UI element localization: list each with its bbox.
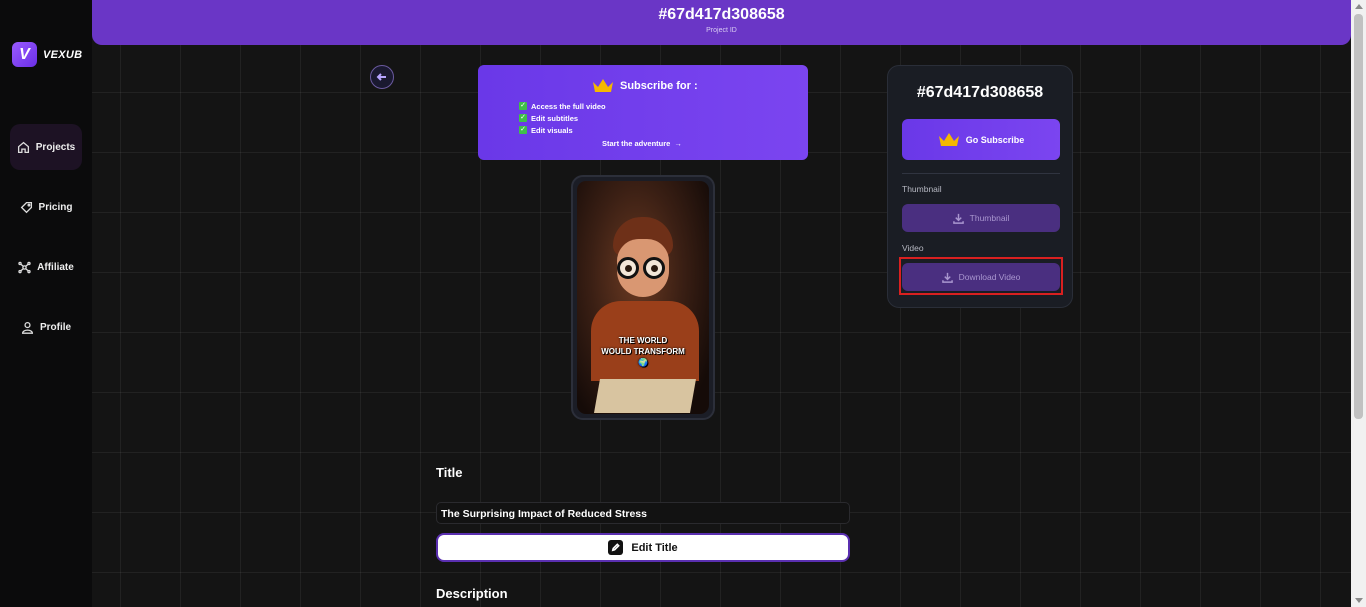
project-id: #67d417d308658: [658, 6, 785, 23]
subscribe-heading: Subscribe for :: [592, 78, 698, 93]
illustration-glasses-right: [643, 257, 665, 279]
title-heading: Title: [436, 465, 463, 480]
brand[interactable]: V VEXUB: [12, 42, 82, 67]
globe-emoji: 🌍: [638, 358, 648, 367]
illustration-book: [594, 379, 696, 413]
network-icon: [18, 261, 31, 273]
thumbnail-download-button[interactable]: Thumbnail: [902, 204, 1060, 232]
back-button[interactable]: [370, 65, 394, 89]
tag-icon: [20, 201, 32, 213]
sidebar-item-pricing[interactable]: Pricing: [10, 184, 82, 230]
check-icon: ✓: [519, 102, 527, 110]
sidebar-item-profile[interactable]: Profile: [10, 304, 82, 350]
start-adventure-link[interactable]: Start the adventure →: [602, 139, 682, 148]
sidebar-item-label: Pricing: [38, 201, 73, 213]
benefit-text: Edit subtitles: [531, 113, 579, 123]
subscribe-heading-text: Subscribe for :: [620, 79, 698, 92]
arrow-right-icon: →: [674, 139, 682, 148]
go-subscribe-label: Go Subscribe: [965, 134, 1025, 145]
project-id-label: Project ID: [706, 27, 737, 34]
caption-line: WOULD TRANSFORM: [601, 347, 685, 356]
selection-highlight: [899, 257, 1063, 295]
list-item: ✓ Edit visuals: [519, 124, 606, 136]
home-icon: [17, 141, 29, 153]
sidebar-item-label: Affiliate: [37, 261, 74, 273]
download-icon: [952, 213, 964, 224]
sidebar-item-label: Profile: [39, 321, 72, 333]
list-item: ✓ Edit subtitles: [519, 112, 606, 124]
brand-logo: V: [12, 42, 37, 67]
video-section-label: Video: [902, 243, 924, 253]
divider: [902, 173, 1060, 174]
video-preview[interactable]: THE WORLD WOULD TRANSFORM 🌍: [571, 175, 715, 420]
export-panel: #67d417d308658 Go Subscribe Thumbnail Th…: [887, 65, 1073, 308]
thumbnail-button-label: Thumbnail: [969, 213, 1010, 223]
subscribe-banner[interactable]: Subscribe for : ✓ Access the full video …: [478, 65, 808, 160]
benefit-text: Access the full video: [531, 101, 606, 111]
sidebar: V VEXUB Projects Pricing Affiliate Profi…: [0, 0, 92, 607]
title-field[interactable]: The Surprising Impact of Reduced Stress: [436, 502, 850, 524]
crown-icon: [593, 79, 613, 92]
panel-project-id: #67d417d308658: [916, 84, 1044, 101]
sidebar-item-projects[interactable]: Projects: [10, 124, 82, 170]
list-item: ✓ Access the full video: [519, 100, 606, 112]
video-thumbnail: THE WORLD WOULD TRANSFORM 🌍: [577, 181, 709, 414]
check-icon: ✓: [519, 114, 527, 122]
caption-line: THE WORLD: [618, 336, 668, 345]
benefit-list: ✓ Access the full video ✓ Edit subtitles…: [519, 100, 606, 136]
project-header: #67d417d308658 Project ID: [92, 0, 1351, 45]
pencil-icon: [608, 540, 624, 555]
brand-name: VEXUB: [43, 48, 83, 61]
benefit-text: Edit visuals: [531, 125, 573, 135]
edit-title-label: Edit Title: [631, 541, 678, 554]
thumbnail-section-label: Thumbnail: [902, 184, 942, 194]
crown-icon: [938, 133, 959, 146]
user-icon: [21, 321, 33, 334]
scroll-thumb[interactable]: [1354, 14, 1363, 419]
scroll-down-arrow-icon[interactable]: [1355, 598, 1363, 603]
scroll-up-arrow-icon[interactable]: [1355, 4, 1363, 9]
illustration-glasses-left: [617, 257, 639, 279]
sidebar-item-label: Projects: [35, 141, 76, 153]
edit-title-button[interactable]: Edit Title: [436, 533, 850, 562]
page-scrollbar[interactable]: [1351, 0, 1366, 607]
description-heading: Description: [436, 586, 508, 601]
go-subscribe-button[interactable]: Go Subscribe: [902, 119, 1060, 160]
check-icon: ✓: [519, 126, 527, 134]
sidebar-item-affiliate[interactable]: Affiliate: [10, 244, 82, 290]
video-caption: THE WORLD WOULD TRANSFORM 🌍: [577, 335, 709, 368]
arrow-left-icon: [376, 73, 386, 81]
start-adventure-label: Start the adventure: [602, 139, 671, 148]
